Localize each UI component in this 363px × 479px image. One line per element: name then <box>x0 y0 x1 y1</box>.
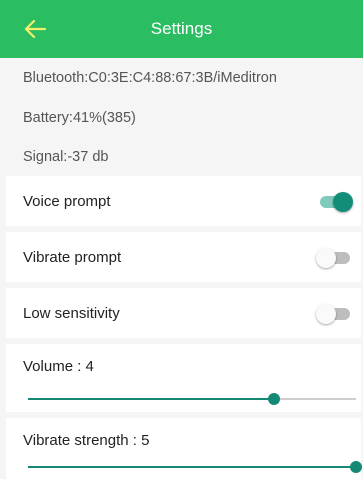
volume-setting: Volume : 4 <box>6 344 361 412</box>
volume-slider[interactable] <box>28 392 356 406</box>
low-sensitivity-row[interactable]: Low sensitivity <box>6 288 361 338</box>
bluetooth-text: Bluetooth:C0:3E:C4:88:67:3B/iMeditron <box>23 70 277 86</box>
switch-thumb <box>316 248 336 268</box>
low-sensitivity-switch[interactable] <box>316 304 354 324</box>
low-sensitivity-label: Low sensitivity <box>23 305 120 322</box>
voice-prompt-label: Voice prompt <box>23 193 111 210</box>
slider-knob[interactable] <box>268 393 280 405</box>
page-title: Settings <box>150 19 213 38</box>
slider-fill <box>28 398 274 400</box>
voice-prompt-row[interactable]: Voice prompt <box>6 176 361 226</box>
battery-text: Battery:41%(385) <box>23 110 136 126</box>
signal-text: Signal:-37 db <box>23 149 109 165</box>
volume-label: Volume : 4 <box>23 358 94 375</box>
vibrate-prompt-label: Vibrate prompt <box>23 249 122 266</box>
slider-knob[interactable] <box>350 461 362 473</box>
bluetooth-info: Bluetooth:C0:3E:C4:88:67:3B/iMeditron <box>0 58 363 98</box>
vibrate-strength-setting: Vibrate strength : 5 <box>6 418 362 479</box>
vibrate-strength-label: Vibrate strength : 5 <box>23 432 150 449</box>
switch-thumb <box>316 304 336 324</box>
slider-fill <box>28 466 356 468</box>
signal-info: Signal:-37 db <box>0 137 363 177</box>
switch-thumb <box>333 192 353 212</box>
vibrate-prompt-switch[interactable] <box>316 248 354 268</box>
vibrate-strength-slider[interactable] <box>28 460 362 474</box>
vibrate-prompt-row[interactable]: Vibrate prompt <box>6 232 361 282</box>
battery-info: Battery:41%(385) <box>0 98 363 138</box>
app-bar: Settings <box>0 0 363 58</box>
voice-prompt-switch[interactable] <box>316 192 354 212</box>
